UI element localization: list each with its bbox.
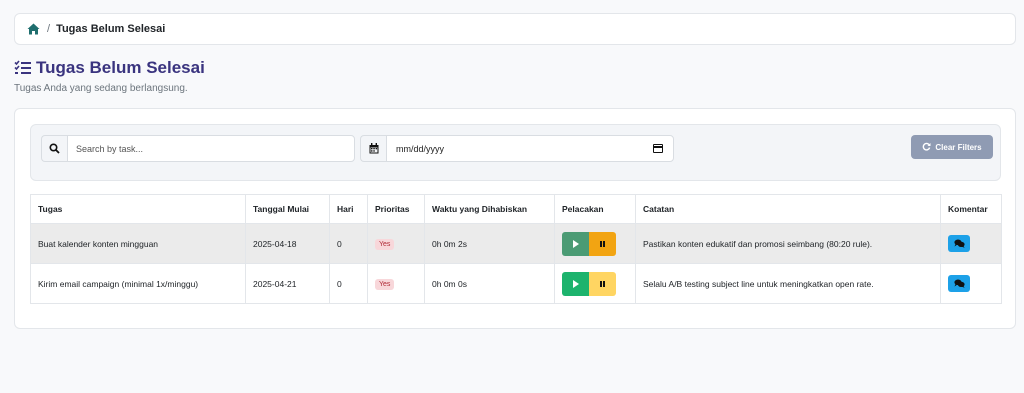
priority-cell: Yes [367,263,425,304]
col-header-time-spent[interactable]: Waktu yang Dihabiskan [424,194,555,224]
search-group [41,135,355,162]
pause-icon [599,280,606,287]
date-input[interactable]: mm/dd/yyyy [386,135,674,162]
priority-badge: Yes [375,238,395,250]
page-header: Tugas Belum Selesai [14,58,205,78]
col-header-task[interactable]: Tugas [30,194,246,224]
table-row: Kirim email campaign (minimal 1x/minggu)… [30,263,1002,304]
page-title: Tugas Belum Selesai [36,58,205,77]
filter-bar: mm/dd/yyyy Clear Filters [30,124,1001,181]
comment-button[interactable] [948,275,970,292]
col-header-days[interactable]: Hari [329,194,368,224]
play-button[interactable] [562,271,589,296]
comment-cell [940,223,1002,264]
task-list-icon [14,59,32,77]
priority-badge: Yes [375,278,395,290]
days-cell: 0 [329,223,368,264]
time-spent-cell: 0h 0m 0s [424,263,555,304]
clear-filters-label: Clear Filters [935,142,982,152]
pause-button[interactable] [589,271,616,296]
task-cell: Kirim email campaign (minimal 1x/minggu) [30,263,246,304]
date-placeholder: mm/dd/yyyy [396,143,445,154]
date-picker-icon[interactable] [653,144,663,153]
play-icon [572,279,579,288]
table-header-row: Tugas Tanggal Mulai Hari Prioritas Waktu… [30,194,1002,224]
comments-icon [953,239,965,248]
tracking-cell [554,223,636,264]
page-subtitle: Tugas Anda yang sedang berlangsung. [14,83,188,94]
search-input[interactable] [67,135,355,162]
tracking-controls [562,271,616,296]
col-header-note[interactable]: Catatan [635,194,941,224]
clear-filters-button[interactable]: Clear Filters [911,135,993,159]
play-icon [572,239,579,248]
note-cell: Pastikan konten edukatif dan promosi sei… [635,223,941,264]
search-icon [41,135,67,162]
calendar-icon [360,135,386,162]
priority-cell: Yes [367,223,425,264]
col-header-priority[interactable]: Prioritas [367,194,425,224]
col-header-start-date[interactable]: Tanggal Mulai [245,194,330,224]
pause-icon [599,240,606,247]
col-header-tracking[interactable]: Pelacakan [554,194,636,224]
tasks-table: Tugas Tanggal Mulai Hari Prioritas Waktu… [30,194,1002,304]
date-filter-group: mm/dd/yyyy [360,135,674,162]
comment-button[interactable] [948,235,970,252]
time-spent-cell: 0h 0m 2s [424,223,555,264]
table-row: Buat kalender konten mingguan 2025-04-18… [30,223,1002,264]
task-cell: Buat kalender konten mingguan [30,223,246,264]
breadcrumb: / Tugas Belum Selesai [14,13,1016,45]
start-date-cell: 2025-04-21 [245,263,330,304]
pause-button[interactable] [589,231,616,256]
comment-cell [940,263,1002,304]
tracking-controls [562,231,616,256]
col-header-comment[interactable]: Komentar [940,194,1002,224]
breadcrumb-current: Tugas Belum Selesai [56,23,166,35]
days-cell: 0 [329,263,368,304]
tracking-cell [554,263,636,304]
play-button[interactable] [562,231,589,256]
tasks-card: mm/dd/yyyy Clear Filters Tugas Tanggal M… [14,108,1016,329]
home-icon[interactable] [27,23,40,35]
refresh-icon [922,142,931,153]
comments-icon [953,279,965,288]
breadcrumb-separator: / [47,23,51,35]
note-cell: Selalu A/B testing subject line untuk me… [635,263,941,304]
start-date-cell: 2025-04-18 [245,223,330,264]
